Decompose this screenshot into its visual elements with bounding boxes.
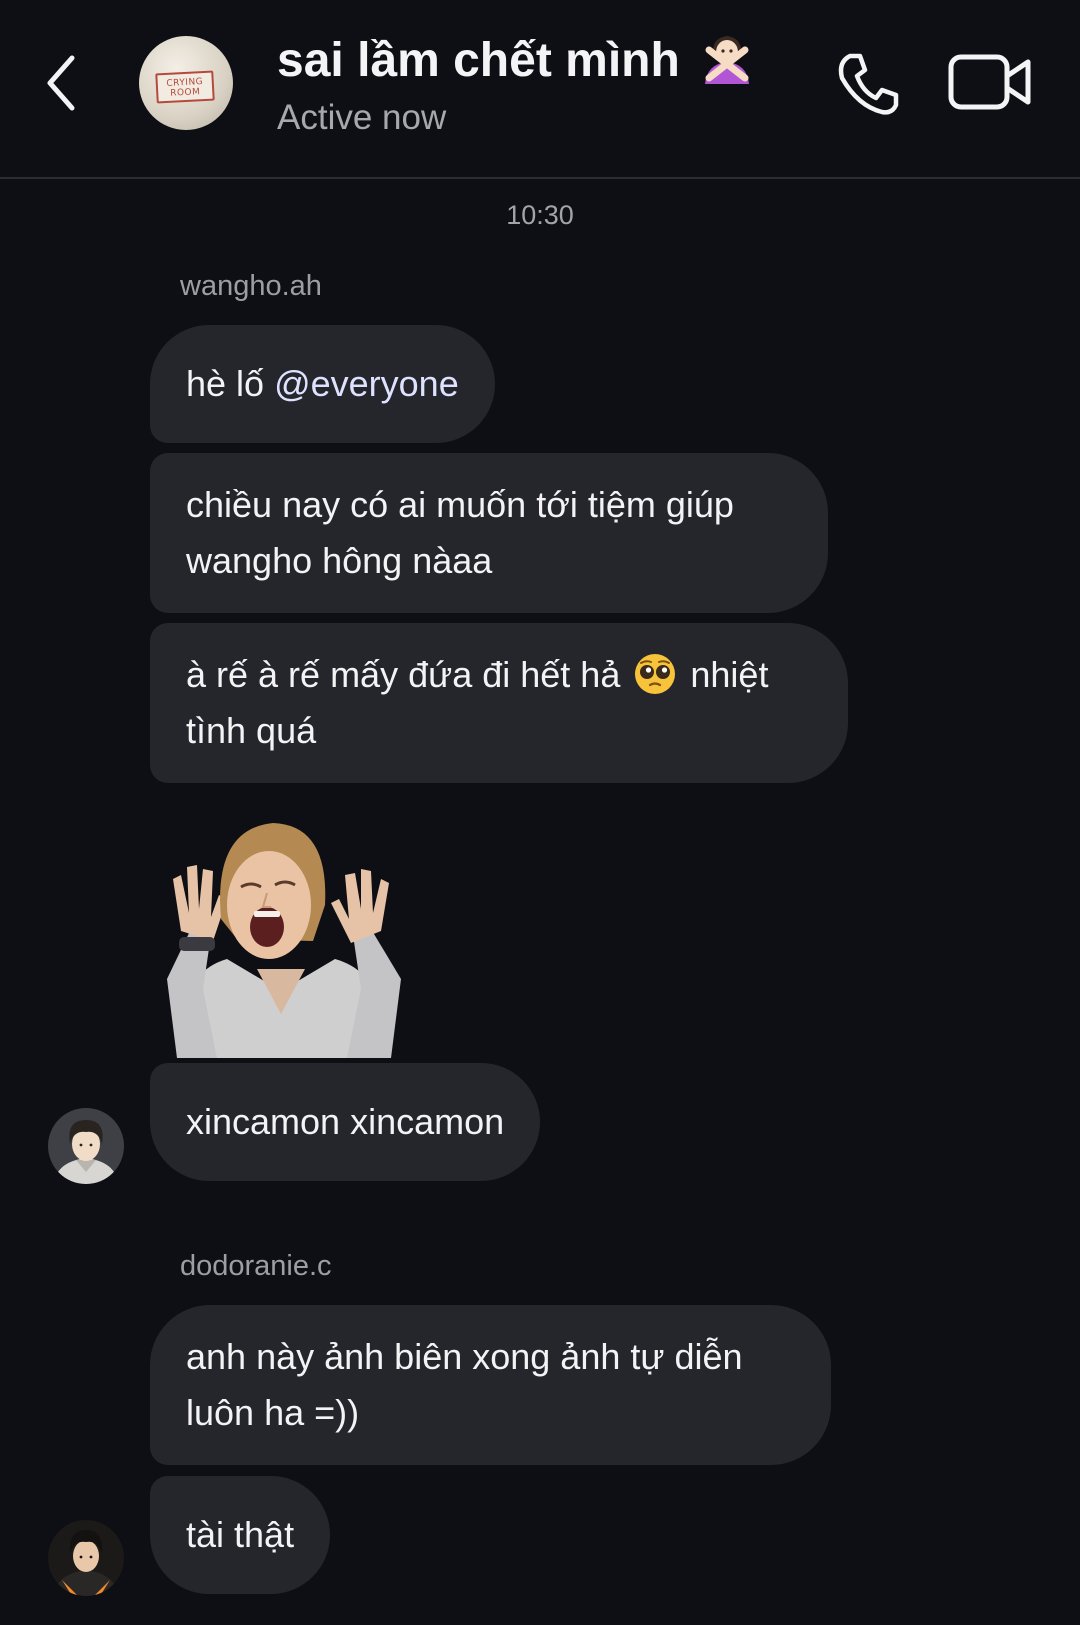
- message-bubble[interactable]: chiều nay có ai muốn tới tiệm giúp wangh…: [150, 453, 828, 613]
- video-call-button[interactable]: [948, 52, 1032, 112]
- screaming-woman-sticker[interactable]: [157, 809, 406, 1058]
- back-button[interactable]: [38, 50, 88, 116]
- mention-everyone[interactable]: @everyone: [274, 363, 459, 404]
- message-bubble[interactable]: tài thật: [150, 1476, 331, 1594]
- avatar-wangho[interactable]: [48, 1108, 124, 1184]
- video-camera-icon: [948, 54, 1031, 110]
- chat-title-text: sai lầm chết mình: [277, 34, 680, 87]
- person-gesturing-no-icon: [705, 36, 750, 84]
- chat-title[interactable]: sai lầm chết mình: [277, 28, 755, 88]
- sender-name: dodoranie.c: [180, 1250, 332, 1282]
- audio-call-button[interactable]: [832, 48, 904, 120]
- active-status: Active now: [277, 98, 447, 137]
- group-avatar[interactable]: CRYING ROOM: [139, 36, 233, 130]
- sender-name: wangho.ah: [180, 270, 322, 302]
- message-text: tài thật: [186, 1514, 295, 1555]
- message-timestamp: 10:30: [506, 200, 574, 230]
- message-text: chiều nay có ai muốn tới tiệm giúp wangh…: [186, 484, 734, 581]
- message-text: hè lố: [186, 363, 275, 404]
- message-bubble[interactable]: hè lố @everyone: [150, 325, 495, 443]
- avatar-dodoranie[interactable]: [48, 1520, 124, 1596]
- message-bubble[interactable]: à rế à rế mấy đứa đi hết hả nhiệt tình q…: [150, 623, 848, 783]
- back-chevron-icon: [47, 55, 75, 111]
- chat-header: CRYING ROOM sai lầm chết mình Active now: [0, 0, 1080, 179]
- pleading-face-icon: [635, 654, 676, 694]
- group-avatar-sign: CRYING ROOM: [155, 70, 215, 104]
- message-text: anh này ảnh biên xong ảnh tự diễn luôn h…: [186, 1336, 743, 1433]
- message-bubble[interactable]: anh này ảnh biên xong ảnh tự diễn luôn h…: [150, 1305, 831, 1465]
- message-bubble[interactable]: xincamon xincamon: [150, 1063, 541, 1181]
- message-text: à rế à rế mấy đứa đi hết hả: [186, 654, 621, 695]
- message-text: xincamon xincamon: [186, 1101, 505, 1142]
- phone-icon: [838, 53, 899, 115]
